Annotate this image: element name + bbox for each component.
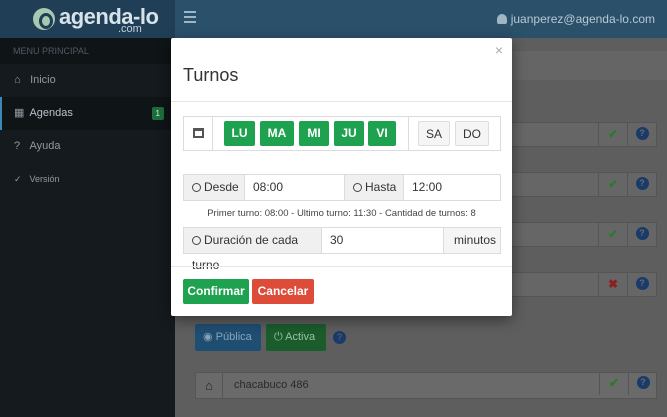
calendar-icon [193,128,204,138]
close-icon[interactable]: × [495,42,503,58]
sidebar: MENU PRINCIPAL ⌂ Inicio ▦ Agendas 1 ? Ay… [0,38,175,417]
check-circle-icon: ✓ [14,174,22,184]
help-icon: ? [14,140,21,152]
hasta-label: Hasta [345,175,404,200]
duration-input[interactable]: 30 [322,228,444,253]
time-range: Desde 08:00 Hasta 12:00 [183,174,501,201]
calendar-addon [184,117,213,150]
day-toggle-sa[interactable]: SA [418,121,450,146]
sidebar-heading: MENU PRINCIPAL [0,38,175,64]
turnos-modal: × Turnos LU MA MI JU VI SA DO Desde 08:0… [171,38,512,316]
calendar-icon: ▦ [14,107,25,119]
cross-icon[interactable]: ✖ [598,273,627,296]
user-email: juanperez@agenda-lo.com [510,12,655,26]
help-icon[interactable]: ? [627,173,656,196]
day-toggle-ma[interactable]: MA [260,121,294,146]
eye-icon: ◉ [203,331,213,343]
brand-logo[interactable]: agenda-lo .com [0,0,175,38]
sidebar-item-label: Agendas [29,107,73,119]
logo-icon [33,8,55,30]
day-toggle-vi[interactable]: VI [368,121,396,146]
home-icon: ⌂ [196,373,223,398]
clock-icon [192,183,201,192]
help-icon[interactable]: ? [627,123,656,146]
desde-label: Desde [184,175,245,200]
check-icon[interactable]: ✔ [598,173,627,196]
confirm-button[interactable]: Confirmar [183,279,249,304]
hasta-input[interactable]: 12:00 [404,175,500,200]
duration-group: Duración de cada turno 30 minutos [183,227,501,272]
user-icon [496,14,507,24]
desde-input[interactable]: 08:00 [245,175,345,200]
day-toggle-mi[interactable]: MI [299,121,329,146]
public-button[interactable]: ◉ Pública [195,324,261,351]
sidebar-item-label: Ayuda [29,140,61,152]
sidebar-item-label: Inicio [30,74,56,86]
divider [408,117,409,150]
address-row: ⌂ chacabuco 486 ✔ ? [195,372,657,399]
brand-name: agenda-lo [59,4,159,29]
top-navbar: agenda-lo .com juanperez@agenda-lo.com [0,0,667,38]
divider [171,266,512,267]
cancel-button[interactable]: Cancelar [252,279,314,304]
clock-icon [353,183,362,192]
day-toggle-ju[interactable]: JU [334,121,364,146]
public-button-label: Pública [215,331,252,343]
user-menu[interactable]: juanperez@agenda-lo.com [496,12,655,26]
check-icon[interactable]: ✔ [598,223,627,246]
clock-icon [192,236,201,245]
home-icon: ⌂ [14,74,21,86]
duration-label: Duración de cada turno [184,228,322,272]
active-button[interactable]: ⏻ Activa [266,324,326,351]
sidebar-item-ayuda[interactable]: ? Ayuda [0,130,175,163]
divider [171,101,512,102]
weekday-selector: LU MA MI JU VI SA DO [183,116,501,151]
active-button-label: Activa [285,331,316,343]
help-icon[interactable]: ? [627,223,656,246]
check-icon[interactable]: ✔ [598,123,627,146]
turnos-summary: Primer turno: 08:00 - Ultimo turno: 11:3… [207,208,476,219]
help-icon[interactable]: ? [627,273,656,296]
modal-title: Turnos [183,65,239,85]
day-toggle-do[interactable]: DO [455,121,489,146]
menu-toggle-icon[interactable] [184,11,196,23]
help-icon[interactable]: ? [333,331,346,344]
agendas-count-badge: 1 [151,107,164,120]
help-icon[interactable]: ? [628,372,657,395]
sidebar-item-version[interactable]: ✓ Versión [0,163,175,196]
sidebar-item-inicio[interactable]: ⌂ Inicio [0,64,175,97]
duration-unit: minutos [444,228,500,253]
power-icon: ⏻ [274,331,283,343]
day-toggle-lu[interactable]: LU [224,121,255,146]
check-icon[interactable]: ✔ [599,372,628,395]
brand-domain: .com [118,23,142,35]
sidebar-item-label: Versión [29,174,60,184]
sidebar-item-agendas[interactable]: ▦ Agendas 1 [0,97,175,130]
address-text: chacabuco 486 [234,379,309,391]
